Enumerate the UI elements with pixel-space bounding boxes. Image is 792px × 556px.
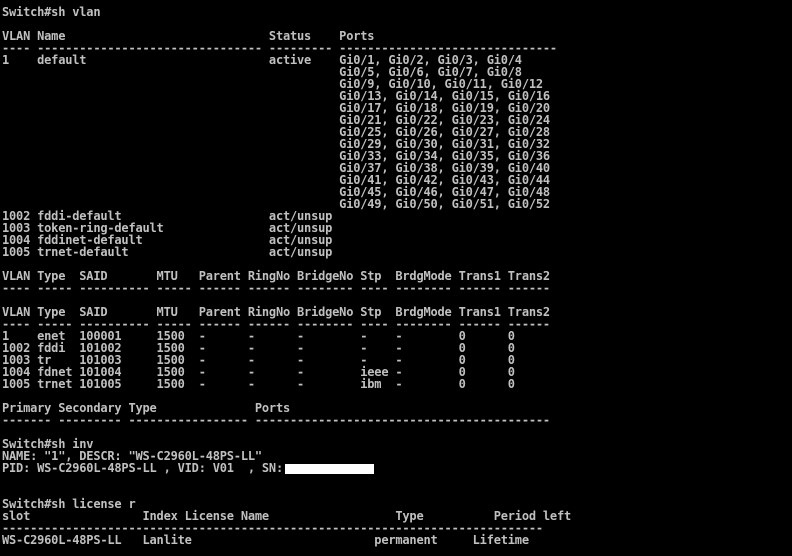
terminal-window[interactable]: Switch#sh vlan VLAN Name Status Ports --… [2, 6, 790, 554]
terminal-line: WS-C2960L-48PS-LL Lanlite permanent Life… [2, 533, 529, 547]
terminal-line: Switch#sh vlan [2, 6, 101, 19]
terminal-line: PID: WS-C2960L-48PS-LL , VID: V01 , SN: [2, 462, 790, 474]
terminal-line: 1005 trnet 101005 1500 - - - ibm - 0 0 [2, 377, 515, 391]
terminal-line: 1005 trnet-default act/unsup [2, 245, 333, 259]
terminal-line: ------- --------- ----------------- ----… [2, 413, 550, 427]
pid-text: PID: WS-C2960L-48PS-LL , VID: V01 , SN: [2, 461, 283, 475]
serial-number-redaction [285, 463, 374, 474]
terminal-line: ---- ----- ---------- ----- ------ -----… [2, 281, 550, 295]
